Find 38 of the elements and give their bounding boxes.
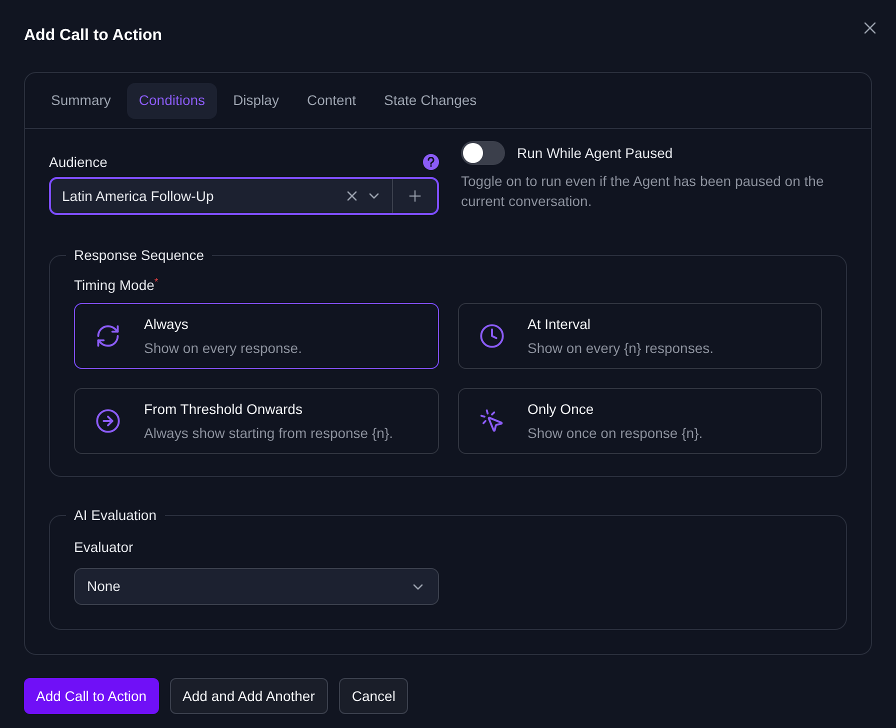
toggle-description: Toggle on to run even if the Agent has been paused on the current conversation.: [461, 172, 825, 211]
audience-select[interactable]: Latin America Follow-Up: [49, 177, 439, 215]
select-value: None: [87, 577, 120, 596]
tab[interactable]: Display: [221, 82, 291, 118]
footer-button[interactable]: Add Call to Action: [24, 678, 159, 714]
field-label: Audience: [49, 152, 108, 172]
option-title: At Interval: [528, 315, 592, 333]
footer-button[interactable]: Cancel: [338, 678, 408, 714]
timing-option[interactable]: At Interval Show on every {n} responses.: [458, 303, 822, 369]
option-title: Only Once: [528, 400, 595, 418]
option-title: From Threshold Onwards: [144, 400, 304, 418]
tab[interactable]: Conditions: [126, 82, 218, 118]
cursor-click-icon: [478, 408, 504, 434]
option-title: Always: [144, 315, 190, 333]
clock-icon: [478, 323, 504, 349]
tab[interactable]: Content: [294, 82, 368, 118]
timing-option[interactable]: From Threshold Onwards Always show starting from response {n}.: [74, 388, 438, 454]
option-description: Always show starting from response {n}.: [144, 424, 394, 442]
option-description: Show once on response {n}.: [528, 424, 703, 442]
select-value: Latin America Follow-Up: [61, 186, 215, 206]
option-description: Show on every response.: [144, 339, 302, 357]
section-legend: AI Evaluation: [66, 505, 164, 526]
field-label: Evaluator: [74, 539, 134, 555]
timing-option[interactable]: Only Once Show once on response {n}.: [458, 388, 822, 454]
option-description: Show on every {n} responses.: [528, 339, 714, 357]
toggle-label: Run While Agent Paused: [517, 144, 673, 163]
evaluator-select[interactable]: None: [74, 568, 439, 605]
field-label: Timing Mode$^{*}$: [74, 277, 158, 293]
tab[interactable]: Summary: [39, 82, 123, 118]
tab[interactable]: State Changes: [372, 82, 489, 118]
section-legend: Response Sequence: [66, 245, 212, 266]
timing-option[interactable]: Always Show on every response.: [74, 303, 438, 369]
arrow-circle-icon: [95, 408, 121, 434]
footer-button[interactable]: Add and Add Another: [170, 678, 328, 714]
refresh-icon: [95, 323, 121, 349]
help-icon[interactable]: [423, 154, 439, 170]
dialog-title: Add Call to Action: [24, 26, 162, 46]
toggle-switch[interactable]: [461, 141, 505, 165]
